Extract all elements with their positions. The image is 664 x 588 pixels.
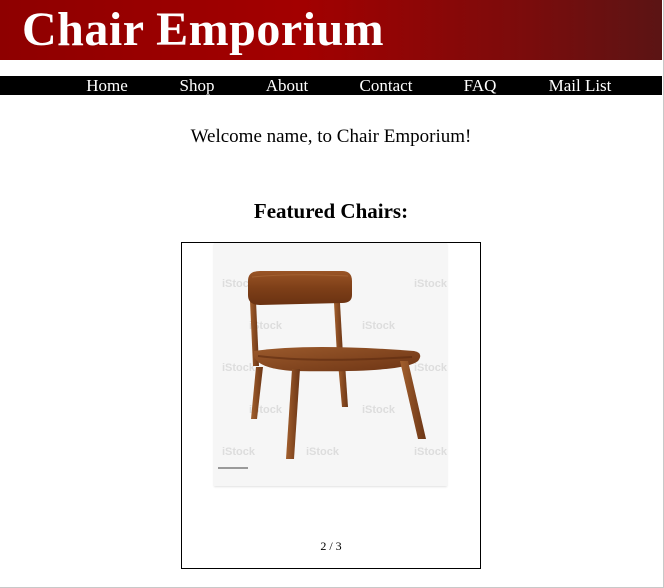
watermark-text: iStock [362,320,396,332]
welcome-message: Welcome name, to Chair Emporium! [190,126,472,147]
page: Chair Emporium Home Shop About Contact F… [0,0,664,588]
nav-mail-list[interactable]: Mail List [549,76,612,95]
nav-shop[interactable]: Shop [180,76,215,95]
watermark-text: iStock [222,446,256,458]
header-banner: Chair Emporium [0,0,662,60]
main-nav: Home Shop About Contact FAQ Mail List [0,76,662,95]
watermark-text: iStock [414,278,447,290]
nav-about[interactable]: About [266,76,309,95]
chair-image[interactable]: iStock iStock iStock iStock iStock iStoc… [214,243,447,486]
site-title: Chair Emporium [22,3,385,56]
watermark-text: iStock [306,446,340,458]
watermark-text: iStock [414,446,447,458]
watermark-text: iStock [362,404,396,416]
nav-home[interactable]: Home [86,76,128,95]
nav-contact[interactable]: Contact [360,76,413,95]
watermark-text: iStock [222,362,256,374]
slide-counter: 2 / 3 [320,539,342,553]
featured-slideshow[interactable]: iStock iStock iStock iStock iStock iStoc… [181,242,481,569]
nav-faq[interactable]: FAQ [464,76,497,95]
watermark-text: iStock [414,362,447,374]
featured-heading: Featured Chairs: [253,199,409,223]
chair-illustration: iStock iStock iStock iStock iStock iStoc… [218,271,447,469]
